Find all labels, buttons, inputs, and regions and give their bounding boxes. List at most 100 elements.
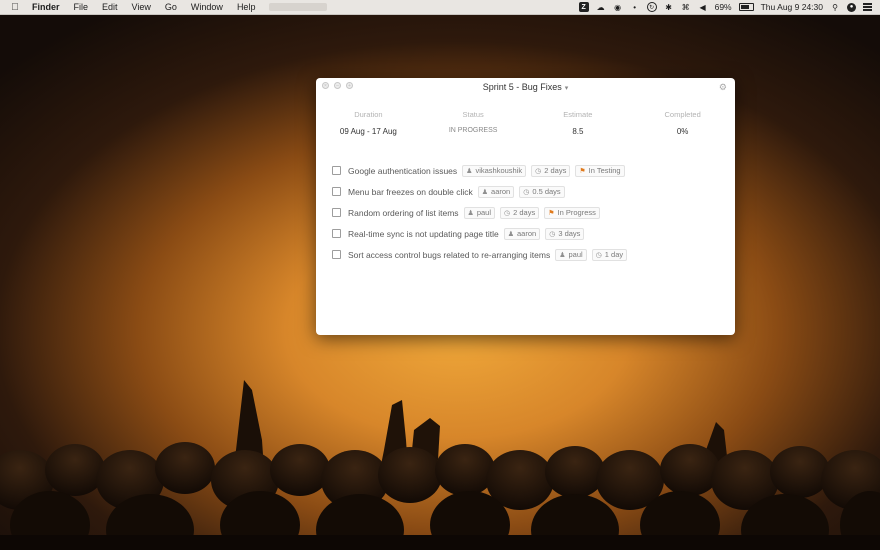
assignee-name: aaron: [517, 229, 537, 238]
menu-help[interactable]: Help: [237, 0, 256, 14]
user-icon: ♟: [559, 251, 566, 259]
task-title[interactable]: Google authentication issues: [348, 166, 457, 176]
menu-bar:  Finder File Edit View Go Window Help Z…: [0, 0, 880, 15]
assignee-tag[interactable]: ♟ vikashkoushik: [462, 164, 527, 177]
menu-view[interactable]: View: [132, 0, 151, 14]
cloud-icon[interactable]: ☁: [596, 2, 606, 12]
wallpaper-penguins: [0, 380, 880, 550]
stat-label: Estimate: [563, 110, 593, 119]
minimize-icon[interactable]: –: [334, 82, 341, 89]
user-icon: ♟: [507, 230, 515, 238]
window-title-wrap[interactable]: Sprint 5 - Bug Fixes ▾: [483, 82, 569, 92]
assignee-tag[interactable]: ♟ paul: [555, 248, 587, 261]
task-title[interactable]: Menu bar freezes on double click: [348, 187, 473, 197]
stat-value: IN PROGRESS: [448, 127, 498, 134]
siri-icon[interactable]: ●: [847, 2, 856, 12]
estimate-tag[interactable]: ◷ 2 days: [500, 206, 540, 219]
task-title[interactable]: Sort access control bugs related to re-a…: [348, 250, 550, 260]
fullscreen-icon[interactable]: +: [346, 82, 353, 89]
user-icon: ♟: [481, 188, 489, 196]
task-title[interactable]: Real-time sync is not updating page titl…: [348, 229, 499, 239]
apple-icon[interactable]: : [10, 2, 20, 13]
estimate-value: 2 days: [513, 208, 536, 217]
sync-icon[interactable]: ↻: [646, 2, 657, 12]
list-item[interactable]: Menu bar freezes on double click ♟ aaron …: [332, 181, 627, 202]
estimate-value: 3 days: [558, 229, 581, 238]
status-value: In Progress: [557, 208, 596, 217]
stat-completed: Completed 0%: [630, 110, 735, 136]
task-checkbox[interactable]: [332, 250, 341, 259]
volume-icon[interactable]: ◀: [698, 2, 708, 12]
camera-icon[interactable]: ◉: [613, 2, 623, 12]
battery-percent[interactable]: 69%: [715, 2, 732, 12]
battery-icon[interactable]: [738, 3, 754, 11]
estimate-value: 0.5 days: [532, 187, 561, 196]
menu-edit[interactable]: Edit: [102, 0, 118, 14]
list-item[interactable]: Real-time sync is not updating page titl…: [332, 223, 627, 244]
menu-file[interactable]: File: [74, 0, 89, 14]
window-title: Sprint 5 - Bug Fixes: [482, 82, 562, 92]
z-app-icon[interactable]: Z: [578, 2, 589, 12]
task-checkbox[interactable]: [332, 166, 341, 175]
stat-value: 8.5: [572, 127, 584, 136]
clock-icon: ◷: [523, 188, 530, 196]
status-tag[interactable]: ⚑ In Testing: [575, 164, 625, 177]
clock-icon: ◷: [504, 209, 511, 217]
task-checkbox[interactable]: [332, 187, 341, 196]
search-icon[interactable]: ⚲: [830, 2, 840, 12]
sprint-window: × – + Sprint 5 - Bug Fixes ▾ ⚙ Duration 0…: [316, 78, 735, 335]
clock[interactable]: Thu Aug 9 24:30: [761, 2, 823, 12]
clock-icon: ◷: [595, 251, 602, 259]
task-title[interactable]: Random ordering of list items: [348, 208, 459, 218]
menu-go[interactable]: Go: [165, 0, 177, 14]
close-icon[interactable]: ×: [322, 82, 329, 89]
gear-icon[interactable]: ⚙: [719, 82, 727, 93]
stat-estimate: Estimate 8.5: [526, 110, 631, 136]
assignee-tag[interactable]: ♟ aaron: [477, 185, 515, 198]
notification-center-icon[interactable]: [863, 3, 872, 11]
status-value: In Testing: [588, 166, 621, 175]
menu-blurred-item: [269, 3, 328, 11]
assignee-name: paul: [568, 250, 583, 259]
status-tag[interactable]: ⚑ In Progress: [544, 206, 600, 219]
dot-icon[interactable]: •: [630, 2, 640, 12]
status-area: Z ☁ ◉ • ↻ ✱ ⌘ ◀ 69% Thu Aug 9 24:30 ⚲ ●: [578, 0, 872, 14]
wifi-icon[interactable]: ⌘: [681, 2, 691, 12]
flag-icon: ⚑: [548, 209, 555, 217]
task-checkbox[interactable]: [332, 208, 341, 217]
assignee-tag[interactable]: ♟ aaron: [503, 227, 541, 240]
stat-value: 0%: [676, 127, 689, 136]
menu-app-name[interactable]: Finder: [32, 0, 60, 14]
menu-window[interactable]: Window: [191, 0, 223, 14]
user-icon: ♟: [466, 167, 473, 175]
stat-label: Duration: [354, 110, 383, 119]
clock-icon: ◷: [535, 167, 542, 175]
estimate-tag[interactable]: ◷ 2 days: [531, 164, 571, 177]
assignee-name: aaron: [491, 187, 511, 196]
estimate-tag[interactable]: ◷ 0.5 days: [519, 185, 565, 198]
stat-value: 09 Aug - 17 Aug: [339, 127, 397, 136]
assignee-name: paul: [476, 208, 492, 217]
window-titlebar[interactable]: × – + Sprint 5 - Bug Fixes ▾ ⚙: [316, 78, 735, 96]
stat-duration: Duration 09 Aug - 17 Aug: [316, 110, 421, 136]
list-item[interactable]: Random ordering of list items ♟ paul ◷ 2 d…: [332, 202, 627, 223]
task-checkbox[interactable]: [332, 229, 341, 238]
flag-icon: ⚑: [579, 167, 586, 175]
list-item[interactable]: Sort access control bugs related to re-a…: [332, 244, 628, 265]
sprint-stats: Duration 09 Aug - 17 Aug Status IN PROGR…: [316, 110, 735, 136]
clock-icon: ◷: [549, 230, 556, 238]
task-list: Google authentication issues ♟ vikashkous…: [332, 160, 628, 265]
assignee-tag[interactable]: ♟ paul: [463, 206, 496, 219]
user-icon: ♟: [467, 209, 474, 217]
list-item[interactable]: Google authentication issues ♟ vikashkous…: [332, 160, 627, 181]
stat-status: Status IN PROGRESS: [421, 110, 526, 136]
estimate-value: 1 day: [604, 250, 624, 259]
estimate-value: 2 days: [544, 166, 567, 175]
assignee-name: vikashkoushik: [475, 166, 523, 175]
chevron-down-icon: ▾: [564, 85, 569, 92]
bluetooth-icon[interactable]: ✱: [664, 2, 674, 12]
estimate-tag[interactable]: ◷ 3 days: [545, 227, 585, 240]
stat-label: Status: [462, 110, 484, 119]
stat-label: Completed: [664, 110, 701, 119]
estimate-tag[interactable]: ◷ 1 day: [591, 248, 628, 261]
